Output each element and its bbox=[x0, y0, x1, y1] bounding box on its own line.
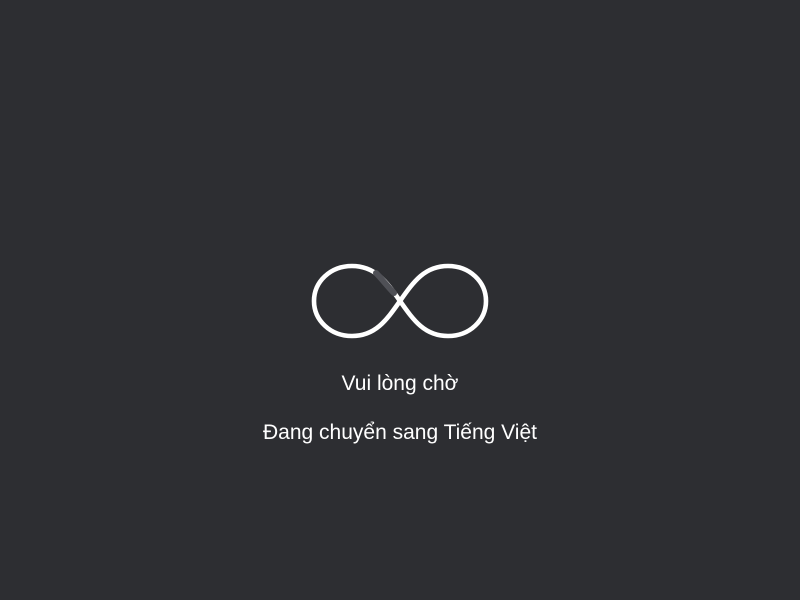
infinity-loader-icon bbox=[308, 258, 492, 344]
wait-message: Vui lòng chờ bbox=[341, 372, 459, 395]
switching-language-message: Đang chuyển sang Tiếng Việt bbox=[263, 421, 537, 444]
infinity-highlight bbox=[373, 270, 397, 296]
loading-screen: Vui lòng chờ Đang chuyển sang Tiếng Việt bbox=[0, 0, 800, 600]
infinity-path bbox=[311, 263, 489, 339]
